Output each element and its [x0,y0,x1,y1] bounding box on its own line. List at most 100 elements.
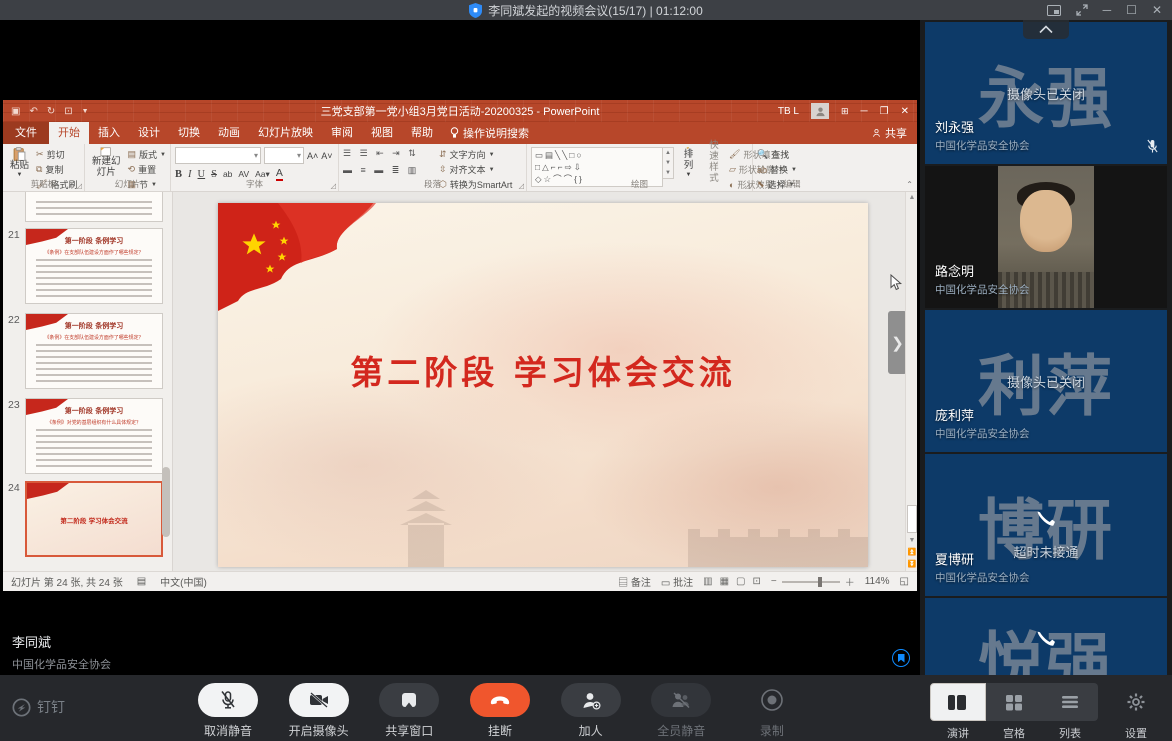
camera-on-button[interactable]: 开启摄像头 [277,683,361,739]
pinned-indicator-icon[interactable] [892,649,910,667]
slide-title: 第二阶段 学习体会交流 [218,346,868,394]
scrollbar-thumb [907,505,917,533]
maximize-icon[interactable]: ☐ [1126,0,1137,20]
person-icon [815,106,826,117]
tell-me-search: 操作说明搜索 [450,125,529,141]
view-mode-list[interactable]: 列表 [1042,683,1098,741]
cut-button: ✂剪切 [36,148,77,161]
record-icon [759,687,785,713]
powerpoint-window: ▣ ↶ ↻ ⊡ ▼ 三党支部第一党小组3月党日活动-20200325 - Pow… [3,100,917,591]
participant-tile[interactable]: 路念明 中国化学品安全协会 [925,166,1167,308]
previous-slide-icon: ⏫ [906,547,917,559]
font-name-select: ▾ [175,147,261,164]
replace-icon: ab [757,165,767,175]
camera-off-status: 摄像头已关闭 [925,84,1167,103]
zoom-in-icon: ＋ [845,574,855,589]
slide-number: 22 [8,314,20,326]
layout-icon: ▤ [128,149,137,160]
picture-in-picture-icon[interactable] [1047,5,1061,16]
slide-number: 23 [8,399,20,411]
thumbnail-scrollbar [162,196,170,567]
presenter-name: 李同斌 [12,632,111,651]
fullscreen-icon[interactable] [1076,4,1088,16]
copy-button: ⧉复制 [36,163,77,176]
tab-insert: 插入 [89,122,129,144]
clipboard-dialog-launcher-icon: ◿ [77,182,82,190]
new-slide-button: 新建幻灯片 [89,147,124,179]
slide-canvas: 第二阶段 学习体会交流 ❯ ▲ ▼ ⏫ ⏬ [173,192,917,571]
share-window-button[interactable]: 共享窗口 [367,683,451,739]
zoom-out-icon: − [771,576,777,587]
slide-thumbnail-panel: 21 第一阶段 条例学习 《条例》在支部队伍建设方面作了哪些规定？ 22 第一 [3,192,173,571]
ppt-minimize-icon: ─ [861,106,868,117]
zoom-level: 114% [865,576,890,587]
security-shield-icon [469,3,482,18]
add-person-icon [581,691,601,710]
slide-scrollbar: ▲ ▼ ⏫ ⏬ [905,192,917,571]
presenter-info: 李同斌 中国化学品安全协会 [12,632,111,672]
view-mode-switcher: 演讲 宫格 [930,683,1098,741]
hangup-button[interactable]: 挂断 [458,683,542,739]
participant-tile[interactable]: 博研 超时未接通 夏博研 中国化学品安全协会 [925,454,1167,596]
unmute-button[interactable]: 取消静音 [186,683,270,739]
participant-name: 刘永强 [935,117,974,136]
clipboard-group: 粘贴 ▼ ✂剪切 ⧉复制 🖌格式刷 剪贴板 ◿ [3,144,85,191]
account-name: TB L [778,106,799,117]
ribbon-display-options-icon: ⊞ [841,106,849,117]
view-mode-grid[interactable]: 宫格 [986,683,1042,741]
participant-tile[interactable]: 利萍 摄像头已关闭 庞利萍 中国化学品安全协会 [925,310,1167,452]
dingtalk-brand: 钉钉 [12,697,65,717]
drawing-group: ▭▤╲╲□○ □△⌐⌐⇨⇩ ◇☆⌒⌒{} ▲▼▼ 排列 ▼ [527,144,753,191]
tab-view: 视图 [362,122,402,144]
share-person-icon [872,128,881,138]
notes-toggle: ▤ 备注 [618,574,651,589]
participant-org: 中国化学品安全协会 [935,426,1030,441]
add-people-button[interactable]: 加人 [549,683,633,739]
record-button[interactable]: 录制 [730,683,814,739]
comments-toggle: ▭ 批注 [661,574,693,589]
font-group-label: 字体 [171,178,338,190]
paragraph-group-label: 段落 [339,178,526,190]
tab-home: 开始 [49,122,89,144]
slide-thumbnail-20-partial [25,192,163,222]
chevron-up-icon [1038,25,1054,34]
mic-muted-icon [219,690,237,710]
ribbon: 粘贴 ▼ ✂剪切 ⧉复制 🖌格式刷 剪贴板 ◿ [3,144,917,192]
slide-position: 幻灯片 第 24 张, 共 24 张 [11,574,123,589]
paragraph-group: ☰ ☰ ⇤ ⇥ ⇅ ▬ ≡ ▬ ≣ ▥ ⇵文字方向▼ ⇳对齐文本▼ ⬡转换为Sm… [339,144,527,191]
settings-button[interactable]: 设置 [1114,683,1158,741]
list-indent-icons: ☰ ☰ ⇤ ⇥ ⇅ [343,148,435,159]
collapse-sidebar-button[interactable] [1023,20,1069,39]
tab-animations: 动画 [209,122,249,144]
window-titlebar: 李同斌发起的视频会议(15/17) | 01:12:00 ─ ☐ ✕ [0,0,1172,20]
participant-name: 庞利萍 [935,405,974,424]
grid-layout-icon [1005,694,1023,711]
participant-sidebar: 永强 摄像头已关闭 刘永强 中国化学品安全协会 路念明 中国化学品安全协会 利萍… [920,20,1172,675]
arrange-button: 排列 ▼ [678,147,699,179]
view-mode-presentation[interactable]: 演讲 [930,683,986,741]
powerpoint-titlebar: ▣ ↶ ↻ ⊡ ▼ 三党支部第一党小组3月党日活动-20200325 - Pow… [3,100,917,122]
landscape-silhouette [218,477,868,567]
participant-org: 中国化学品安全协会 [935,138,1030,153]
quick-access-toolbar: ▣ ↶ ↻ ⊡ ▼ [3,106,89,117]
grow-font-icon: A˄ [307,151,318,161]
close-icon[interactable]: ✕ [1152,0,1162,20]
shape-row-2: □△⌐⌐⇨⇩ [535,163,659,172]
minimize-icon[interactable]: ─ [1103,0,1112,20]
drawing-dialog-launcher-icon: ◿ [745,182,750,190]
meeting-title-row: 李同斌发起的视频会议(15/17) | 01:12:00 [469,2,703,19]
presenter-org: 中国化学品安全协会 [12,656,111,672]
share-button: 共享 [872,125,907,141]
shrink-font-icon: A˅ [321,151,332,161]
mute-all-button[interactable]: 全员静音 [639,683,723,739]
zoom-handle [818,577,822,587]
ppt-close-icon: ✕ [901,106,909,117]
reading-view-icon: ▢ [736,576,745,587]
slideshow-view-icon: ⊡ [752,576,760,587]
layout-button: ▤版式▼ [128,148,166,161]
participant-tile[interactable]: 永强 摄像头已关闭 刘永强 中国化学品安全协会 [925,22,1167,164]
meeting-title: 李同斌发起的视频会议(15/17) | 01:12:00 [488,2,703,19]
save-icon: ▣ [11,106,20,117]
qat-customize-icon: ▼ [82,108,89,115]
scroll-down-icon: ▼ [906,535,917,547]
